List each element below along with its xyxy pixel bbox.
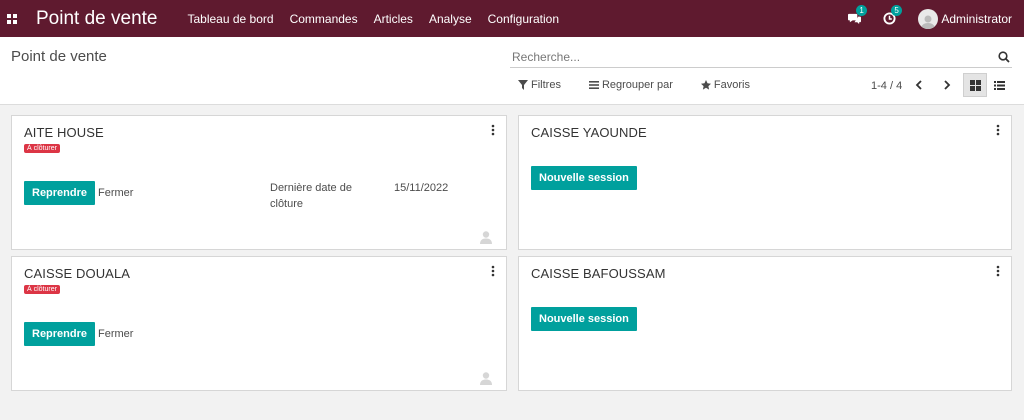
pos-card-caisse-bafoussam: CAISSE BAFOUSSAM Nouvelle session (518, 256, 1012, 391)
user-avatar-icon (480, 231, 492, 244)
apps-menu-button[interactable] (0, 0, 24, 37)
messages-count-badge: 1 (856, 5, 867, 16)
pager-next-button[interactable] (936, 78, 958, 93)
filter-icon (518, 80, 528, 90)
vertical-ellipsis-icon[interactable] (490, 265, 496, 277)
vertical-ellipsis-icon[interactable] (490, 124, 496, 136)
new-session-button[interactable]: Nouvelle session (531, 307, 637, 331)
close-button[interactable]: Fermer (98, 187, 133, 199)
pager-value[interactable]: 1-4 / 4 (871, 80, 902, 92)
list-icon (993, 80, 1005, 90)
status-badge: À clôturer (24, 144, 60, 153)
resume-button[interactable]: Reprendre (24, 322, 96, 346)
pos-card-caisse-douala: CAISSE DOUALA À clôturer Reprendre Ferme… (11, 256, 507, 391)
vertical-ellipsis-icon[interactable] (995, 265, 1001, 277)
user-silhouette-icon (921, 15, 936, 29)
kanban-view-button[interactable] (963, 73, 987, 97)
star-icon (700, 80, 711, 90)
close-button[interactable]: Fermer (98, 328, 133, 340)
messaging-menu[interactable]: 1 (848, 5, 867, 25)
user-menu[interactable]: Administrator (918, 8, 1012, 29)
status-badge: À clôturer (24, 285, 60, 294)
view-switcher (963, 73, 1011, 97)
activities-count-badge: 5 (891, 5, 902, 16)
avatar (918, 8, 939, 29)
activity-menu[interactable]: 5 (883, 5, 902, 25)
menu-item-configuration[interactable]: Configuration (488, 12, 559, 26)
app-title[interactable]: Point de vente (36, 8, 157, 30)
card-title: CAISSE DOUALA (24, 266, 131, 281)
search-bar (510, 48, 1012, 68)
favorites-button[interactable]: Favoris (700, 79, 750, 91)
favorites-label: Favoris (713, 79, 750, 91)
systray: 1 5 Administrator (848, 0, 1012, 37)
search-options: Filtres Regrouper par Favoris (518, 79, 778, 91)
search-input[interactable] (510, 48, 980, 66)
list-view-button[interactable] (987, 73, 1011, 97)
resume-button[interactable]: Reprendre (24, 181, 96, 205)
search-icon[interactable] (998, 51, 1010, 63)
card-title: CAISSE YAOUNDE (531, 125, 647, 140)
filters-button[interactable]: Filtres (518, 79, 561, 91)
pager: 1-4 / 4 (871, 78, 958, 93)
card-title: AITE HOUSE (24, 125, 104, 140)
menu-item-reporting[interactable]: Analyse (429, 12, 472, 26)
pos-card-caisse-yaounde: CAISSE YAOUNDE Nouvelle session (518, 115, 1012, 250)
pos-card-aite-house: AITE HOUSE À clôturer Reprendre Fermer D… (11, 115, 507, 250)
user-avatar-icon (480, 372, 492, 385)
menu-item-products[interactable]: Articles (374, 12, 413, 26)
user-name: Administrator (941, 11, 1012, 26)
main-navbar: Point de vente Tableau de bord Commandes… (0, 0, 1024, 37)
menu-item-dashboard[interactable]: Tableau de bord (187, 12, 273, 26)
chevron-left-icon (915, 80, 922, 90)
pager-previous-button[interactable] (908, 78, 930, 93)
bars-icon (588, 81, 599, 89)
filters-label: Filtres (531, 79, 561, 91)
group-by-label: Regrouper par (601, 79, 673, 91)
th-large-icon (969, 79, 981, 91)
chevron-right-icon (944, 80, 951, 90)
menu-item-orders[interactable]: Commandes (290, 12, 358, 26)
control-panel: Point de vente Filtres Regrouper par Fav… (0, 37, 1024, 105)
group-by-button[interactable]: Regrouper par (588, 79, 673, 91)
new-session-button[interactable]: Nouvelle session (531, 166, 637, 190)
main-menu: Tableau de bord Commandes Articles Analy… (187, 12, 575, 26)
last-closing-date-value: 15/11/2022 (394, 182, 449, 194)
vertical-ellipsis-icon[interactable] (995, 124, 1001, 136)
breadcrumb: Point de vente (11, 48, 107, 65)
last-closing-date-label: Dernière date de clôture (270, 182, 352, 210)
card-title: CAISSE BAFOUSSAM (531, 266, 666, 281)
grid-icon (7, 13, 17, 24)
